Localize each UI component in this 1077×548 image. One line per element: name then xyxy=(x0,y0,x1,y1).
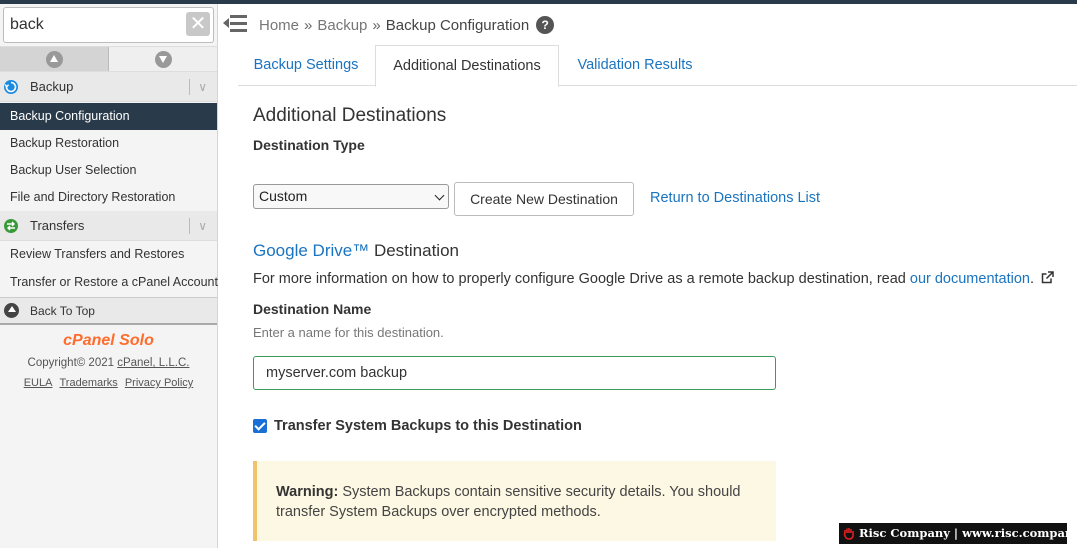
destination-name-input[interactable] xyxy=(253,356,776,390)
cpanel-logo: cPanel Solo xyxy=(63,332,154,349)
return-to-destinations-link[interactable]: Return to Destinations List xyxy=(650,190,820,206)
transfers-icon xyxy=(4,218,18,233)
search-box: ✕ xyxy=(3,7,214,43)
back-to-top-label: Back To Top xyxy=(30,303,95,318)
breadcrumb-separator: » xyxy=(372,16,381,34)
sidebar-item-file-directory-restoration[interactable]: File and Directory Restoration xyxy=(0,184,217,211)
breadcrumb: Home » Backup » Backup Configuration ? xyxy=(259,16,555,34)
external-link-icon xyxy=(1041,271,1054,284)
sidebar-scroll-controls xyxy=(0,46,217,72)
sidebar-item-backup-user-selection[interactable]: Backup User Selection xyxy=(0,157,217,184)
destination-name-help: Enter a name for this destination. xyxy=(253,325,444,340)
breadcrumb-separator: » xyxy=(304,16,313,34)
copyright-text: Copyright© 2021 xyxy=(27,357,118,369)
destination-type-value: Custom xyxy=(259,188,308,204)
chevron-down-icon[interactable]: ∨ xyxy=(198,219,207,233)
breadcrumb-backup[interactable]: Backup xyxy=(317,17,367,34)
provider-title: Google Drive™ Destination xyxy=(253,241,459,261)
sidebar: ✕ Backup ∨ Backup Configuration Backup R… xyxy=(0,4,218,548)
watermark-text: Risc Company | www.risc.company xyxy=(859,526,1077,540)
tab-backup-settings[interactable]: Backup Settings xyxy=(238,45,374,86)
back-to-top-link[interactable]: Back To Top xyxy=(0,297,217,325)
warning-text: System Backups contain sensitive securit… xyxy=(276,484,741,520)
scroll-up-button[interactable] xyxy=(0,47,109,71)
backup-icon xyxy=(4,79,18,94)
sidebar-group-backup[interactable]: Backup ∨ xyxy=(0,72,217,102)
tab-additional-destinations[interactable]: Additional Destinations xyxy=(375,45,559,87)
sidebar-item-backup-configuration[interactable]: Backup Configuration xyxy=(0,103,217,130)
sidebar-group-transfers[interactable]: Transfers ∨ xyxy=(0,211,217,241)
sidebar-item-review-transfers[interactable]: Review Transfers and Restores xyxy=(0,241,217,268)
warning-title: Warning: xyxy=(276,484,339,500)
trademarks-link[interactable]: Trademarks xyxy=(60,377,118,389)
documentation-link[interactable]: our documentation xyxy=(910,271,1030,287)
destination-type-select[interactable]: Custom xyxy=(253,184,449,209)
provider-name: Google Drive™ xyxy=(253,241,370,260)
copyright: Copyright© 2021 cPanel, L.L.C. xyxy=(0,357,217,369)
create-new-destination-button[interactable]: Create New Destination xyxy=(454,182,634,216)
info-text-body: For more information on how to properly … xyxy=(253,271,910,287)
sidebar-item-transfer-restore-account[interactable]: Transfer or Restore a cPanel Account xyxy=(0,269,218,296)
transfer-system-backups-label[interactable]: Transfer System Backups to this Destinat… xyxy=(274,418,582,434)
arrow-down-icon xyxy=(154,50,172,68)
section-title: Additional Destinations xyxy=(253,105,447,126)
clear-search-icon[interactable]: ✕ xyxy=(186,12,210,36)
breadcrumb-home[interactable]: Home xyxy=(259,17,299,34)
help-icon[interactable]: ? xyxy=(536,16,555,34)
collapse-menu-icon[interactable] xyxy=(223,14,247,34)
chevron-down-icon[interactable]: ∨ xyxy=(198,80,207,94)
search-input[interactable] xyxy=(4,8,179,42)
destination-name-label: Destination Name xyxy=(253,301,372,317)
sidebar-item-backup-restoration[interactable]: Backup Restoration xyxy=(0,130,217,157)
chevron-down-icon xyxy=(434,190,445,201)
eula-link[interactable]: EULA xyxy=(24,377,53,389)
divider xyxy=(189,78,191,95)
scroll-down-button[interactable] xyxy=(109,47,217,71)
group-label: Backup xyxy=(30,79,74,94)
arrow-up-circle-icon xyxy=(4,303,19,318)
privacy-policy-link[interactable]: Privacy Policy xyxy=(125,377,193,389)
footer-links: EULA Trademarks Privacy Policy xyxy=(0,377,217,389)
info-text: For more information on how to properly … xyxy=(253,271,1054,287)
info-text-end: . xyxy=(1029,271,1035,287)
group-label: Transfers xyxy=(30,218,85,233)
divider xyxy=(189,217,191,234)
breadcrumb-current: Backup Configuration xyxy=(385,16,530,34)
provider-suffix: Destination xyxy=(369,241,459,260)
tab-bar: Backup Settings Additional Destinations … xyxy=(238,45,1077,87)
arrow-up-icon xyxy=(45,50,63,68)
cpanel-link[interactable]: cPanel, L.L.C. xyxy=(117,357,189,369)
transfer-system-backups-checkbox[interactable] xyxy=(253,419,267,433)
warning-alert: Warning: System Backups contain sensitiv… xyxy=(253,461,776,541)
watermark: Risc Company | www.risc.company xyxy=(839,523,1077,544)
destination-type-label: Destination Type xyxy=(253,137,365,153)
tab-validation-results[interactable]: Validation Results xyxy=(560,45,710,86)
hand-icon xyxy=(843,528,854,540)
